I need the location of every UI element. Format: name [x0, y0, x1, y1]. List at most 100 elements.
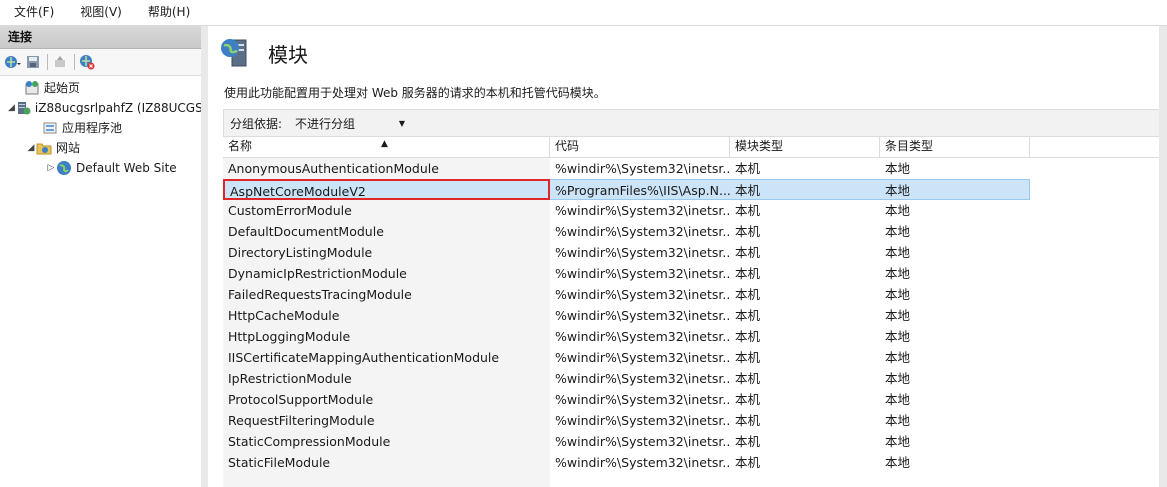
module-type-cell: 本机 — [735, 329, 761, 344]
page-description: 使用此功能配置用于处理对 Web 服务器的请求的本机和托管代码模块。 — [224, 86, 606, 100]
module-code-cell: %windir%\System32\inetsr... — [555, 203, 730, 218]
connections-title: 连接 — [0, 26, 201, 49]
column-header-module-type[interactable]: 模块类型 — [730, 136, 880, 157]
module-name-cell: FailedRequestsTracingModule — [228, 287, 412, 302]
table-row[interactable]: DirectoryListingModule %windir%\System32\… — [223, 242, 1160, 263]
module-code-cell: %windir%\System32\inetsr... — [555, 434, 730, 449]
module-name-cell: RequestFilteringModule — [228, 413, 375, 428]
module-code-cell: %windir%\System32\inetsr... — [555, 266, 730, 281]
module-code-cell: %windir%\System32\inetsr... — [555, 350, 730, 365]
table-row[interactable]: ProtocolSupportModule %windir%\System32\i… — [223, 389, 1160, 410]
modules-table: 名称 ▲ 代码 模块类型 条目类型 AnonymousAuthenticatio… — [223, 136, 1160, 487]
module-type-cell: 本机 — [735, 224, 761, 239]
table-row[interactable]: HttpLoggingModule %windir%\System32\inets… — [223, 326, 1160, 347]
tree-item-start-page[interactable]: 起始页 — [0, 78, 201, 98]
table-row[interactable]: StaticFileModule %windir%\System32\inetsr… — [223, 452, 1160, 473]
entry-type-cell: 本地 — [885, 266, 911, 281]
entry-type-cell: 本地 — [885, 350, 911, 365]
module-name-cell: StaticCompressionModule — [228, 434, 391, 449]
entry-type-cell: 本地 — [885, 329, 911, 344]
module-type-cell: 本机 — [735, 245, 761, 260]
modules-icon — [220, 36, 254, 71]
entry-type-cell: 本地 — [885, 413, 911, 428]
start-page-icon — [24, 80, 40, 96]
sort-ascending-icon: ▲ — [381, 139, 388, 149]
app-pool-icon — [42, 120, 58, 136]
menu-file[interactable]: 文件(F) — [0, 0, 64, 25]
table-row[interactable]: DefaultDocumentModule %windir%\System32\i… — [223, 221, 1160, 242]
tree-item-sites[interactable]: ◢ 网站 — [0, 138, 201, 158]
module-name-cell: AnonymousAuthenticationModule — [228, 161, 439, 176]
column-header-code[interactable]: 代码 — [550, 136, 730, 157]
tree-item-app-pools[interactable]: 应用程序池 — [0, 118, 201, 138]
table-row[interactable]: IpRestrictionModule %windir%\System32\ine… — [223, 368, 1160, 389]
menu-view[interactable]: 视图(V) — [64, 0, 132, 25]
entry-type-cell: 本地 — [885, 371, 911, 386]
group-by-dropdown[interactable]: 不进行分组 ▼ — [290, 112, 410, 134]
entry-type-cell: 本地 — [885, 434, 911, 449]
module-type-cell: 本机 — [735, 392, 761, 407]
module-code-cell: %windir%\System32\inetsr... — [555, 245, 730, 260]
table-row[interactable]: HttpCacheModule %windir%\System32\inetsr.… — [223, 305, 1160, 326]
table-row[interactable]: DynamicIpRestrictionModule %windir%\Syste… — [223, 263, 1160, 284]
up-level-icon[interactable] — [51, 53, 69, 71]
module-name-cell: AspNetCoreModuleV2 — [223, 179, 550, 200]
table-row[interactable]: StaticCompressionModule %windir%\System32… — [223, 431, 1160, 452]
collapse-arrow-icon[interactable]: ◢ — [26, 138, 36, 158]
dropdown-arrow-icon: ▼ — [398, 118, 406, 128]
entry-type-cell: 本地 — [885, 161, 911, 176]
globe-icon — [56, 160, 72, 176]
module-name-cell: HttpLoggingModule — [228, 329, 351, 344]
module-type-cell: 本机 — [735, 308, 761, 323]
module-type-cell: 本机 — [735, 434, 761, 449]
table-header: 名称 ▲ 代码 模块类型 条目类型 — [223, 136, 1160, 158]
collapse-arrow-icon[interactable]: ◢ — [8, 98, 15, 118]
module-type-cell: 本机 — [735, 455, 761, 470]
menu-help[interactable]: 帮助(H) — [132, 0, 200, 25]
table-row[interactable]: AnonymousAuthenticationModule %windir%\Sy… — [223, 158, 1160, 179]
column-header-entry-type[interactable]: 条目类型 — [880, 136, 1030, 157]
entry-type-cell: 本地 — [885, 287, 911, 302]
module-code-cell: %windir%\System32\inetsr... — [555, 161, 730, 176]
tree-item-label: 起始页 — [44, 81, 81, 95]
module-name-cell: DirectoryListingModule — [228, 245, 373, 260]
table-row[interactable]: AspNetCoreModuleV2 %ProgramFiles%\IIS\Asp… — [223, 179, 1160, 200]
entry-type-cell: 本地 — [885, 224, 911, 239]
module-code-cell: %windir%\System32\inetsr... — [555, 224, 730, 239]
tree-item-server[interactable]: ◢ iZ88ucgsrlpahfZ (IZ88UCGS — [0, 98, 201, 118]
save-icon[interactable] — [24, 53, 42, 71]
module-name-cell: DefaultDocumentModule — [228, 224, 384, 239]
modules-feature-page: 模块 使用此功能配置用于处理对 Web 服务器的请求的本机和托管代码模块。 分组… — [201, 26, 1167, 487]
connections-toolbar — [0, 49, 201, 76]
column-header-name[interactable]: 名称 ▲ — [223, 136, 550, 157]
page-header: 模块 — [220, 36, 308, 71]
connect-icon[interactable] — [4, 53, 22, 71]
group-by-label: 分组依据: — [230, 116, 283, 131]
toolbar-separator — [47, 54, 48, 70]
disconnect-icon[interactable] — [78, 53, 96, 71]
module-name-cell: HttpCacheModule — [228, 308, 340, 323]
entry-type-cell: 本地 — [885, 392, 911, 407]
group-by-bar: 分组依据: 不进行分组 ▼ — [223, 109, 1160, 137]
server-icon — [15, 100, 31, 116]
sites-folder-icon — [36, 140, 52, 156]
module-name-cell: ProtocolSupportModule — [228, 392, 374, 407]
tree-item-label: Default Web Site — [76, 161, 177, 175]
module-type-cell: 本机 — [735, 161, 761, 176]
module-name-cell: StaticFileModule — [228, 455, 331, 470]
table-row[interactable]: IISCertificateMappingAuthenticationModul… — [223, 347, 1160, 368]
entry-type-cell: 本地 — [885, 455, 911, 470]
table-row[interactable]: RequestFilteringModule %windir%\System32\… — [223, 410, 1160, 431]
table-row[interactable]: FailedRequestsTracingModule %windir%\Syst… — [223, 284, 1160, 305]
module-type-cell: 本机 — [735, 371, 761, 386]
table-row[interactable]: CustomErrorModule %windir%\System32\inets… — [223, 200, 1160, 221]
expand-arrow-icon[interactable]: ▷ — [46, 158, 56, 178]
module-name-cell: IpRestrictionModule — [228, 371, 352, 386]
page-title: 模块 — [268, 43, 308, 67]
tree-item-default-web-site[interactable]: ▷ Default Web Site — [0, 158, 201, 178]
module-code-cell: %windir%\System32\inetsr... — [555, 413, 730, 428]
module-code-cell: %windir%\System32\inetsr... — [555, 455, 730, 470]
module-code-cell: %windir%\System32\inetsr... — [555, 329, 730, 344]
module-type-cell: 本机 — [735, 287, 761, 302]
connections-pane: 连接 起始页 ◢ iZ88ucgsrlpahfZ (IZ88UCGS 应用程序池… — [0, 26, 202, 487]
